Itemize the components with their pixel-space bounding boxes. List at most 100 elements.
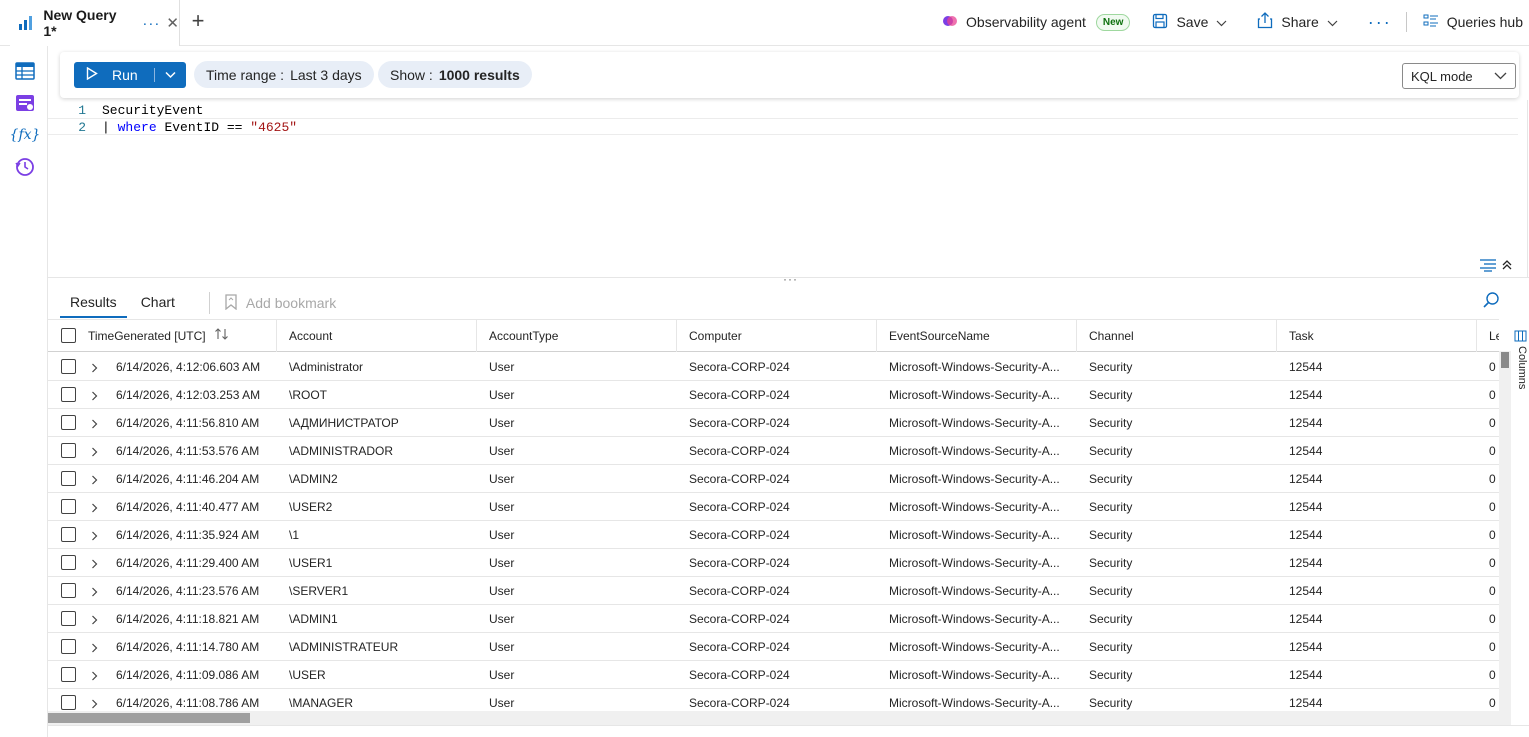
row-checkbox[interactable] xyxy=(61,442,76,458)
cell-computer: Secora-CORP-024 xyxy=(689,639,790,654)
add-bookmark-button[interactable]: Add bookmark xyxy=(224,293,336,313)
chevron-right-icon[interactable] xyxy=(91,698,98,712)
query-tab-icon xyxy=(18,14,35,32)
column-divider[interactable] xyxy=(1076,320,1077,352)
column-divider[interactable] xyxy=(676,320,677,352)
row-checkbox[interactable] xyxy=(61,526,76,542)
column-divider[interactable] xyxy=(276,320,277,352)
table-row[interactable]: 6/14/2026, 4:11:29.400 AM \USER1 User Secor… xyxy=(48,549,1499,577)
queries-hub-button[interactable]: Queries hub xyxy=(1423,14,1523,31)
column-header-accounttype[interactable]: AccountType xyxy=(489,320,669,351)
table-row[interactable]: 6/14/2026, 4:11:18.821 AM \ADMIN1 User Seco… xyxy=(48,605,1499,633)
column-divider[interactable] xyxy=(476,320,477,352)
row-checkbox[interactable] xyxy=(61,386,76,402)
chevron-right-icon[interactable] xyxy=(91,558,98,572)
chevron-right-icon[interactable] xyxy=(91,642,98,656)
chevron-right-icon[interactable] xyxy=(91,362,98,376)
share-button[interactable]: Share xyxy=(1257,12,1345,32)
cell-computer: Secora-CORP-024 xyxy=(689,527,790,542)
row-checkbox[interactable] xyxy=(61,582,76,598)
row-checkbox[interactable] xyxy=(61,358,76,374)
columns-panel-label[interactable]: Columns xyxy=(1516,346,1528,389)
format-icon[interactable] xyxy=(1478,258,1498,276)
top-bar: New Query 1* ··· ✕ + Observability agent… xyxy=(0,0,1529,47)
run-dropdown-icon[interactable] xyxy=(164,68,177,84)
column-header-channel[interactable]: Channel xyxy=(1089,320,1269,351)
chevron-right-icon[interactable] xyxy=(91,530,98,544)
row-checkbox[interactable] xyxy=(61,610,76,626)
queries-icon[interactable] xyxy=(14,92,36,114)
column-header-account[interactable]: Account xyxy=(289,320,469,351)
time-range-button[interactable]: Time range : Last 3 days xyxy=(194,61,374,88)
functions-icon[interactable]: {fx} xyxy=(10,124,41,146)
column-header-computer[interactable]: Computer xyxy=(689,320,869,351)
cell-computer: Secora-CORP-024 xyxy=(689,471,790,486)
row-checkbox[interactable] xyxy=(61,498,76,514)
column-header-level[interactable]: Leve xyxy=(1489,320,1499,351)
code-text: | where EventID == "4625" xyxy=(102,119,297,136)
scrollbar-thumb[interactable] xyxy=(48,713,250,723)
column-header-timegenerated[interactable]: TimeGenerated [UTC] xyxy=(88,320,268,351)
tab-chart[interactable]: Chart xyxy=(131,288,185,318)
table-row[interactable]: 6/14/2026, 4:12:03.253 AM \ROOT User Secora… xyxy=(48,381,1499,409)
cell-timegenerated: 6/14/2026, 4:11:35.924 AM xyxy=(116,527,260,542)
table-row[interactable]: 6/14/2026, 4:12:06.603 AM \Administrator U… xyxy=(48,353,1499,381)
row-checkbox[interactable] xyxy=(61,694,76,710)
cell-account: \USER1 xyxy=(289,555,333,570)
tab-results[interactable]: Results xyxy=(60,288,127,318)
save-button[interactable]: Save xyxy=(1152,13,1235,32)
tab-more-button[interactable]: ··· xyxy=(142,15,160,32)
column-divider[interactable] xyxy=(1476,320,1477,352)
table-row[interactable]: 6/14/2026, 4:11:23.576 AM \SERVER1 User Sec… xyxy=(48,577,1499,605)
row-checkbox[interactable] xyxy=(61,666,76,682)
column-divider[interactable] xyxy=(876,320,877,352)
table-row[interactable]: 6/14/2026, 4:11:14.780 AM \ADMINISTRATEUR… xyxy=(48,633,1499,661)
scrollbar-thumb[interactable] xyxy=(1501,352,1509,368)
row-checkbox[interactable] xyxy=(61,638,76,654)
observability-agent-button[interactable]: Observability agent New xyxy=(942,13,1131,32)
column-header-task[interactable]: Task xyxy=(1289,320,1469,351)
sort-icon[interactable] xyxy=(214,328,230,343)
search-icon[interactable] xyxy=(1482,291,1500,312)
run-button[interactable]: Run xyxy=(74,62,186,88)
tables-icon[interactable] xyxy=(14,60,36,82)
chevron-right-icon[interactable] xyxy=(91,586,98,600)
row-checkbox[interactable] xyxy=(61,470,76,486)
cell-computer: Secora-CORP-024 xyxy=(689,611,790,626)
tab-close-button[interactable]: ✕ xyxy=(166,14,179,32)
new-tab-button[interactable]: + xyxy=(188,10,208,33)
chevron-right-icon[interactable] xyxy=(91,418,98,432)
chevron-right-icon[interactable] xyxy=(91,474,98,488)
table-row[interactable]: 6/14/2026, 4:11:56.810 AM \АДМИНИСТРАТОР U… xyxy=(48,409,1499,437)
chevron-right-icon[interactable] xyxy=(91,670,98,684)
table-row[interactable]: 6/14/2026, 4:11:46.204 AM \ADMIN2 User Seco… xyxy=(48,465,1499,493)
column-header-eventsourcename[interactable]: EventSourceName xyxy=(889,320,1069,351)
row-checkbox[interactable] xyxy=(61,554,76,570)
collapse-icon[interactable] xyxy=(1501,259,1513,275)
cell-eventsourcename: Microsoft-Windows-Security-A... xyxy=(889,667,1060,682)
cell-computer: Secora-CORP-024 xyxy=(689,443,790,458)
column-divider[interactable] xyxy=(1276,320,1277,352)
history-icon[interactable] xyxy=(14,156,36,178)
grid-vertical-scrollbar[interactable] xyxy=(1499,351,1511,711)
table-row[interactable]: 6/14/2026, 4:11:40.477 AM \USER2 User Secor… xyxy=(48,493,1499,521)
chevron-right-icon[interactable] xyxy=(91,502,98,516)
chevron-right-icon[interactable] xyxy=(91,446,98,460)
chevron-right-icon[interactable] xyxy=(91,614,98,628)
row-checkbox[interactable] xyxy=(61,414,76,430)
select-all-checkbox[interactable] xyxy=(61,327,76,343)
show-results-button[interactable]: Show : 1000 results xyxy=(378,61,532,88)
table-row[interactable]: 6/14/2026, 4:11:08.786 AM \MANAGER User Sec… xyxy=(48,689,1499,711)
query-editor[interactable]: 1 SecurityEvent 2 | where EventID == "46… xyxy=(48,100,1529,278)
table-row[interactable]: 6/14/2026, 4:11:09.086 AM \USER User Secora… xyxy=(48,661,1499,689)
table-row[interactable]: 6/14/2026, 4:11:53.576 AM \ADMINISTRADOR U… xyxy=(48,437,1499,465)
grid-horizontal-scrollbar[interactable] xyxy=(48,711,1511,725)
chevron-right-icon[interactable] xyxy=(91,390,98,404)
line-number: 1 xyxy=(78,103,86,118)
kql-mode-select[interactable]: KQL mode xyxy=(1402,63,1516,89)
table-row[interactable]: 6/14/2026, 4:11:35.924 AM \1 User Secora-CO… xyxy=(48,521,1499,549)
more-actions-button[interactable]: ··· xyxy=(1368,12,1392,33)
cell-timegenerated: 6/14/2026, 4:11:09.086 AM xyxy=(116,667,260,682)
splitter-handle[interactable]: ··· xyxy=(783,272,798,286)
query-tab[interactable]: New Query 1* ··· ✕ xyxy=(10,0,180,47)
